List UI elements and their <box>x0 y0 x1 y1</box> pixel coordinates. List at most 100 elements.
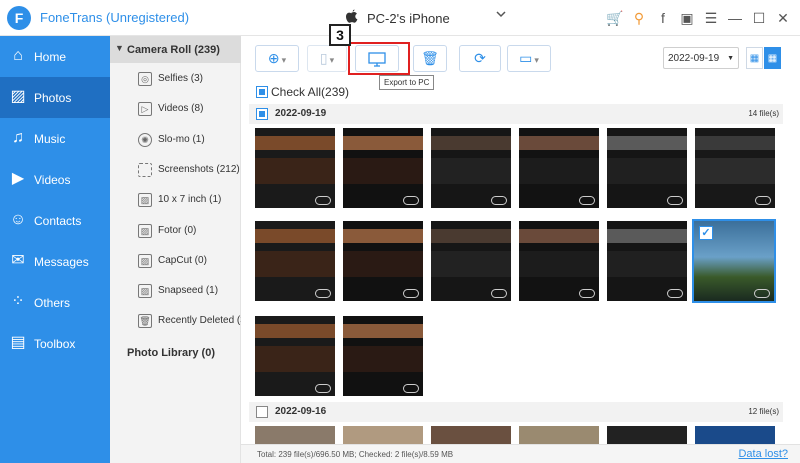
sidebar-item-videos[interactable]: ▶ Videos <box>0 159 110 200</box>
camera-roll-label: Camera Roll (239) <box>127 44 220 56</box>
chat-icon[interactable]: ▣ <box>678 9 696 27</box>
album-item[interactable]: ✺ Slo-mo (1) <box>138 132 241 150</box>
photo-thumbnail[interactable] <box>343 128 423 208</box>
thumbnail-content <box>519 158 599 184</box>
photo-thumbnail[interactable]: ✓ <box>692 219 776 303</box>
thumbnail-content <box>431 136 511 150</box>
toolbox-button[interactable]: ▭ ▾ <box>507 45 551 72</box>
photo-thumbnail[interactable] <box>607 128 687 208</box>
device-selector[interactable]: PC-2's iPhone <box>345 8 510 28</box>
briefcase-icon: ▭ <box>519 50 533 66</box>
cloud-icon <box>315 384 331 393</box>
cloud-icon <box>315 196 331 205</box>
list-view-button[interactable]: ▦ <box>746 47 763 69</box>
sidebar-item-home[interactable]: ⌂ Home <box>0 36 110 77</box>
photo-thumbnail[interactable] <box>343 316 423 396</box>
sidebar-item-others[interactable]: ⁘ Others <box>0 282 110 323</box>
cloud-icon <box>491 196 507 205</box>
photo-thumbnail[interactable] <box>343 221 423 301</box>
sidebar-item-messages[interactable]: ✉ Messages <box>0 241 110 282</box>
thumbnail-content <box>607 158 687 184</box>
album-item[interactable]: ▷ Videos (8) <box>138 101 241 119</box>
maximize-icon[interactable]: ☐ <box>750 9 768 27</box>
thumbnail-content <box>431 251 511 277</box>
thumbnail-content <box>255 346 335 372</box>
thumbnail-content <box>255 136 335 150</box>
photo-thumbnail[interactable] <box>519 426 599 444</box>
sidebar-item-contacts[interactable]: ☺ Contacts <box>0 200 110 241</box>
album-item[interactable]: ▨ CapCut (0) <box>138 253 241 271</box>
export-highlight <box>348 42 410 75</box>
album-icon: ◎ <box>138 72 152 86</box>
album-item[interactable]: ▨ 10 x 7 inch (1) <box>138 192 241 210</box>
home-icon: ⌂ <box>13 47 23 64</box>
album-item[interactable]: 🗑 Recently Deleted (30 <box>138 313 251 331</box>
grid-small-icon: ▦ <box>749 53 760 64</box>
add-button[interactable]: ⊕ ▾ <box>255 45 299 72</box>
key-icon[interactable]: ⚲ <box>630 9 648 27</box>
trash-icon: 🗑 <box>421 50 439 66</box>
photo-thumbnail[interactable] <box>695 426 775 444</box>
photo-thumbnail[interactable] <box>255 426 335 444</box>
plus-circle-icon: ⊕ <box>267 50 280 66</box>
minimize-icon[interactable]: — <box>726 9 744 27</box>
cart-icon[interactable]: 🛒 <box>606 9 624 27</box>
close-icon[interactable]: ✕ <box>774 9 792 27</box>
export-device-button[interactable]: ▯ ▾ <box>307 45 347 72</box>
app-title: FoneTrans (Unregistered) <box>40 10 190 25</box>
photo-thumbnail[interactable] <box>519 221 599 301</box>
date-select[interactable]: 2022-09-19 ▼ <box>663 47 739 69</box>
sidebar-item-label: Others <box>34 296 71 310</box>
grid-view-button[interactable]: ▦ <box>764 47 781 69</box>
delete-button[interactable]: 🗑 <box>413 45 447 72</box>
videos-icon: ▶ <box>11 170 25 187</box>
photo-thumbnail[interactable] <box>431 426 511 444</box>
facebook-icon[interactable]: f <box>654 9 672 27</box>
device-name: PC-2's iPhone <box>367 11 450 26</box>
camera-roll-header[interactable]: ▼ Camera Roll (239) <box>110 36 241 63</box>
thumbnail-content <box>431 158 511 184</box>
chevron-down-icon: ▾ <box>329 55 335 65</box>
group-date: 2022-09-19 <box>275 108 327 119</box>
album-panel: ▼ Camera Roll (239) ◎ Selfies (3) ▷ Videos … <box>110 36 251 463</box>
check-all[interactable]: Check All(239) <box>256 84 349 100</box>
group-checkbox[interactable] <box>256 406 268 418</box>
photo-thumbnail[interactable] <box>255 316 335 396</box>
refresh-button[interactable]: ⟳ <box>459 45 501 72</box>
menu-icon[interactable]: ☰ <box>702 9 720 27</box>
check-all-checkbox[interactable] <box>256 85 268 98</box>
photo-thumbnail[interactable] <box>519 128 599 208</box>
data-lost-link[interactable]: Data lost? <box>738 448 788 460</box>
album-item[interactable]: Screenshots (212) <box>138 162 241 180</box>
photo-thumbnail[interactable] <box>431 221 511 301</box>
photo-thumbnail[interactable] <box>607 426 687 444</box>
caret-down-icon: ▼ <box>115 43 124 53</box>
sidebar-item-label: Videos <box>34 173 71 187</box>
thumbnail-content <box>695 158 775 184</box>
cloud-icon <box>667 196 683 205</box>
photo-thumbnail[interactable] <box>255 221 335 301</box>
album-item[interactable]: ▨ Fotor (0) <box>138 223 241 241</box>
thumbnail-content <box>519 229 599 243</box>
cloud-icon <box>315 289 331 298</box>
selected-check-icon[interactable]: ✓ <box>699 226 713 240</box>
photo-thumbnail[interactable] <box>343 426 423 444</box>
album-item[interactable]: ▨ Snapseed (1) <box>138 283 241 301</box>
thumbnail-content <box>607 229 687 243</box>
photo-thumbnail[interactable] <box>255 128 335 208</box>
group-checkbox[interactable] <box>256 108 268 120</box>
thumbnail-content <box>519 251 599 277</box>
sidebar-item-toolbox[interactable]: ▤ Toolbox <box>0 323 110 364</box>
photo-thumbnail[interactable] <box>431 128 511 208</box>
photo-library-header[interactable]: Photo Library (0) <box>127 347 215 359</box>
sidebar-item-photos[interactable]: ▨ Photos <box>0 77 110 118</box>
sidebar-item-music[interactable]: ♫ Music <box>0 118 110 159</box>
main-content: ⊕ ▾ ▯ ▾ 3 🗑 ⟳ ▭ ▾ Export to PC 2022-09-19 ▼… <box>241 24 800 463</box>
cloud-icon <box>755 196 771 205</box>
album-item[interactable]: ◎ Selfies (3) <box>138 71 241 89</box>
sidebar-item-label: Music <box>34 132 66 146</box>
photo-thumbnail[interactable] <box>695 128 775 208</box>
album-label: Selfies (3) <box>158 73 204 84</box>
photo-thumbnail[interactable] <box>607 221 687 301</box>
group-count: 12 file(s) <box>748 407 779 416</box>
